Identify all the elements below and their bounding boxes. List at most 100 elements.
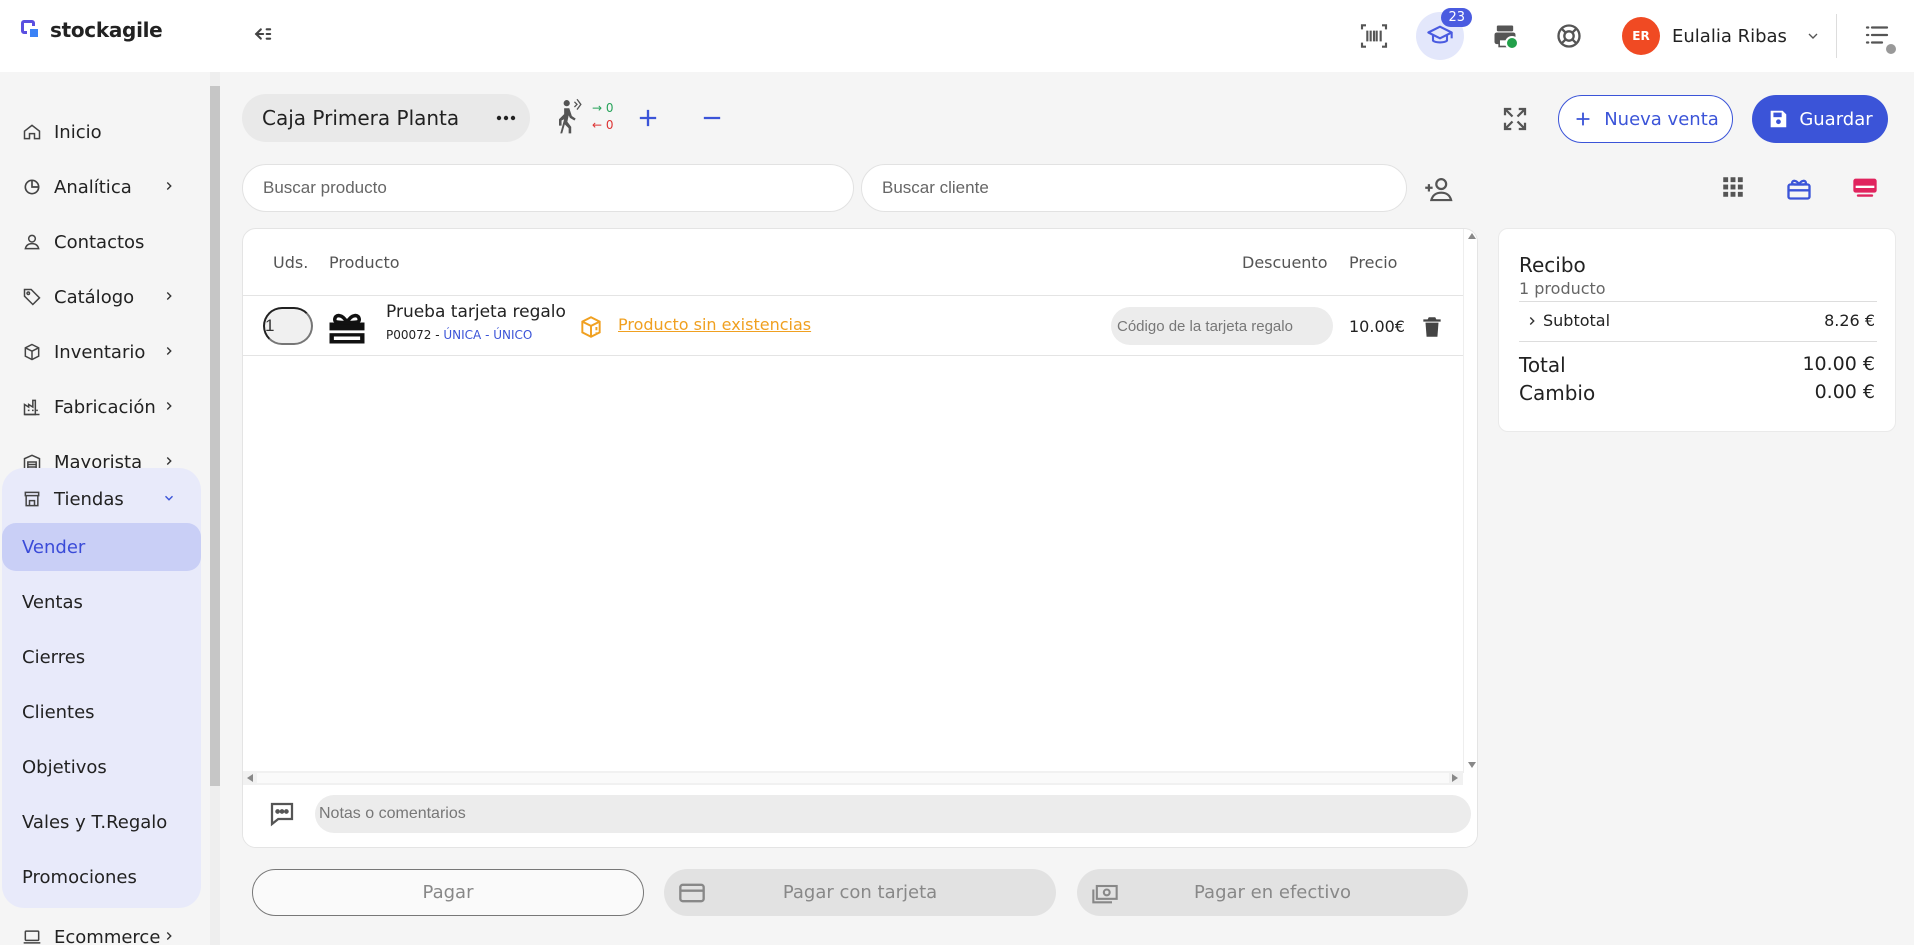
subtotal-label: Subtotal xyxy=(1543,311,1611,330)
register-selector[interactable]: Caja Primera Planta xyxy=(242,94,530,142)
cash-icon xyxy=(1091,879,1119,907)
sidebar-item-tiendas[interactable]: Tiendas xyxy=(0,476,200,522)
brand-logo[interactable]: stockagile xyxy=(20,18,163,42)
sidebar-item-label: Fabricación xyxy=(54,396,156,418)
sidebar-item-contactos[interactable]: Contactos xyxy=(0,219,200,265)
column-header-discount: Descuento xyxy=(1242,253,1328,272)
save-button[interactable]: Guardar xyxy=(1752,95,1888,143)
chevron-down-icon xyxy=(162,491,176,505)
chart-icon xyxy=(22,177,42,197)
total-label: Total xyxy=(1519,353,1566,377)
sidebar-item-analitica[interactable]: Analítica xyxy=(0,164,200,210)
product-name[interactable]: Prueba tarjeta regalo xyxy=(386,302,566,322)
sidebar-item-label: Tiendas xyxy=(54,488,124,510)
pay-label: Pagar xyxy=(422,882,474,903)
out-of-stock-icon xyxy=(578,313,604,341)
sidebar: Inicio Analítica Contactos Catálogo Inve… xyxy=(0,72,210,945)
total-value: 10.00 € xyxy=(1802,353,1875,375)
sidebar-item-label: Contactos xyxy=(54,231,145,253)
status-ok-icon xyxy=(1505,36,1519,50)
save-label: Guardar xyxy=(1799,108,1873,130)
change-label: Cambio xyxy=(1519,381,1596,405)
chevron-right-icon xyxy=(162,399,176,413)
chevron-right-icon xyxy=(162,179,176,193)
search-client-input[interactable] xyxy=(861,164,1407,212)
floppy-icon xyxy=(1770,110,1787,128)
sidebar-item-ventas[interactable]: Ventas xyxy=(2,578,201,626)
visitors-out: ← 0 xyxy=(592,118,614,132)
chevron-right-icon xyxy=(162,344,176,358)
sidebar-item-label: Analítica xyxy=(54,176,132,198)
visitors-in: → 0 xyxy=(592,101,614,115)
sidebar-scroll-thumb[interactable] xyxy=(210,86,220,786)
pay-cash-button[interactable]: Pagar en efectivo xyxy=(1077,869,1468,916)
quantity-input[interactable] xyxy=(263,307,313,345)
search-product-input[interactable] xyxy=(242,164,854,212)
receipt-title: Recibo xyxy=(1519,253,1586,277)
notes-input[interactable] xyxy=(315,795,1471,833)
store-icon xyxy=(22,489,42,509)
divider xyxy=(243,355,1463,356)
remove-visitor-button[interactable] xyxy=(698,104,726,132)
sidebar-item-clientes[interactable]: Clientes xyxy=(2,688,201,736)
academy-icon[interactable]: 23 xyxy=(1416,8,1472,60)
line-price: 10.00€ xyxy=(1349,317,1405,336)
plus-icon xyxy=(1576,112,1590,126)
sidebar-item-inventario[interactable]: Inventario xyxy=(0,329,200,375)
sidebar-item-inicio[interactable]: Inicio xyxy=(0,109,200,155)
printer-status-icon[interactable] xyxy=(1481,12,1529,60)
sidebar-item-objetivos[interactable]: Objetivos xyxy=(2,743,201,791)
scroll-thumb[interactable] xyxy=(257,773,1449,783)
sidebar-item-cierres[interactable]: Cierres xyxy=(2,633,201,681)
visitor-counts: → 0 ← 0 xyxy=(592,100,614,134)
pay-button[interactable]: Pagar xyxy=(252,869,644,916)
pay-card-button[interactable]: Pagar con tarjeta xyxy=(664,869,1056,916)
top-bar: stockagile 23 ER Eulalia Ribas xyxy=(0,0,1914,72)
gift-card-view-icon[interactable] xyxy=(1784,174,1814,204)
sidebar-item-label: Inicio xyxy=(54,121,102,143)
sidebar-item-vender[interactable]: Vender xyxy=(2,523,201,571)
pay-cash-label: Pagar en efectivo xyxy=(1194,882,1351,903)
barcode-icon[interactable] xyxy=(1350,12,1398,60)
box-icon xyxy=(22,342,42,362)
sidebar-item-catalogo[interactable]: Catálogo xyxy=(0,274,200,320)
user-name: Eulalia Ribas xyxy=(1672,25,1787,47)
divider xyxy=(1519,301,1877,302)
more-options-icon[interactable] xyxy=(494,106,518,130)
notification-badge: 23 xyxy=(1441,8,1472,27)
delete-line-icon[interactable] xyxy=(1419,313,1447,341)
new-sale-button[interactable]: Nueva venta xyxy=(1558,95,1733,143)
out-of-stock-link[interactable]: Producto sin existencias xyxy=(618,315,811,334)
add-client-icon[interactable] xyxy=(1424,174,1456,204)
help-lifebuoy-icon[interactable] xyxy=(1545,12,1593,60)
change-value: 0.00 € xyxy=(1814,381,1875,403)
voucher-view-icon[interactable] xyxy=(1850,174,1880,204)
sidebar-item-label: Inventario xyxy=(54,341,146,363)
sidebar-item-ecommerce[interactable]: Ecommerce xyxy=(0,914,200,945)
product-reference: P00072 - ÚNICA - ÚNICO xyxy=(386,328,533,342)
tag-icon xyxy=(22,287,42,307)
sidebar-item-promociones[interactable]: Promociones xyxy=(2,853,201,901)
list-menu-icon[interactable] xyxy=(1862,20,1898,56)
add-visitor-button[interactable] xyxy=(634,104,662,132)
chevron-right-icon xyxy=(162,929,176,943)
user-menu[interactable]: ER Eulalia Ribas xyxy=(1622,14,1821,58)
sidebar-item-vales[interactable]: Vales y T.Regalo xyxy=(2,798,201,846)
chevron-right-icon xyxy=(1525,314,1539,328)
person-icon xyxy=(22,232,42,252)
chevron-down-icon xyxy=(1805,28,1821,44)
fullscreen-icon[interactable] xyxy=(1500,104,1530,134)
gift-card-code-input[interactable] xyxy=(1111,307,1333,345)
chevron-right-icon xyxy=(162,454,176,468)
sale-lines-table: Uds. Producto Descuento Precio Prueba ta… xyxy=(242,228,1478,848)
subtotal-toggle[interactable]: Subtotal xyxy=(1525,311,1610,330)
factory-icon xyxy=(22,397,42,417)
grid-view-icon[interactable] xyxy=(1720,174,1750,204)
collapse-sidebar-icon[interactable] xyxy=(248,20,276,48)
new-sale-label: Nueva venta xyxy=(1604,108,1719,130)
sidebar-item-fabricacion[interactable]: Fabricación xyxy=(0,384,200,430)
table-vertical-scrollbar[interactable] xyxy=(1463,229,1477,773)
status-dot xyxy=(1884,42,1898,56)
visitor-counter-icon[interactable] xyxy=(552,98,586,136)
sidebar-item-label: Ecommerce xyxy=(54,926,161,945)
